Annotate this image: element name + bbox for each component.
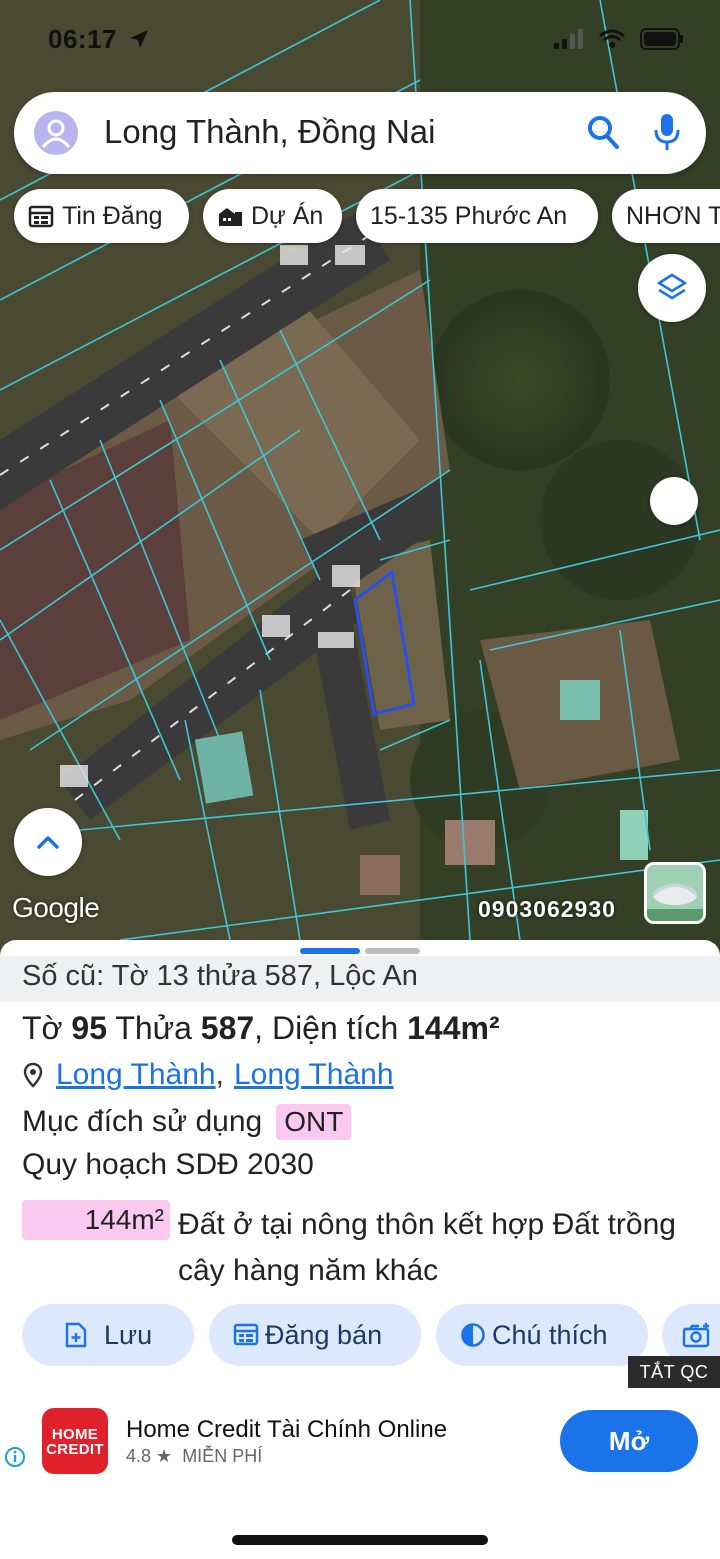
search-bar[interactable]: Long Thành, Đồng Nai <box>14 92 706 174</box>
chevron-up-icon <box>37 836 59 849</box>
buildings-icon <box>219 208 242 226</box>
wifi-icon <box>598 29 626 54</box>
chip-address[interactable]: 15-135 Phước An <box>356 189 598 243</box>
purpose-label: Mục đích sử dụng <box>22 1105 263 1138</box>
layers-icon <box>657 273 687 300</box>
ad-subtitle: 4.8 ★ MIỄN PHÍ <box>126 1446 262 1467</box>
save-icon <box>65 1322 87 1348</box>
close-ad-button[interactable]: TẮT QC <box>628 1356 720 1388</box>
ad-price: MIỄN PHÍ <box>182 1446 263 1466</box>
purpose-code-badge: ONT <box>276 1104 352 1140</box>
parcel-number: 587 <box>200 1010 255 1046</box>
district-link[interactable]: Long Thành <box>56 1058 216 1092</box>
location-arrow-icon <box>128 28 150 55</box>
expand-up-button[interactable] <box>14 808 82 876</box>
home-credit-logo: HOME CREDIT <box>42 1408 108 1474</box>
old-parcel-row: Số cũ: Tờ 13 thửa 587, Lộc An <box>0 956 720 1002</box>
sheet-handle-active[interactable] <box>300 948 360 954</box>
separator: , <box>215 1058 224 1091</box>
microphone-icon[interactable] <box>654 112 680 157</box>
status-time: 06:17 <box>48 24 117 54</box>
chip-label: Tin Đăng <box>62 201 163 230</box>
avatar[interactable] <box>34 111 78 155</box>
search-input[interactable]: Long Thành, Đồng Nai <box>104 113 435 151</box>
chip-tin-dang[interactable]: Tin Đăng <box>14 189 189 243</box>
ad-info-icon[interactable] <box>4 1446 26 1473</box>
parcel-label: Thửa <box>115 1010 192 1046</box>
legend-button[interactable]: Chú thích <box>436 1304 648 1366</box>
parcel-title: Tờ 95 Thửa 587, Diện tích 144m² <box>22 1010 500 1047</box>
layers-button[interactable] <box>638 254 706 322</box>
post-sale-button[interactable]: Đăng bán <box>209 1304 421 1366</box>
status-icons <box>554 28 684 55</box>
sheet-number: 95 <box>71 1010 108 1046</box>
calendar-icon <box>233 1323 259 1346</box>
ward-link[interactable]: Long Thành <box>234 1058 394 1092</box>
logo-text-credit: CREDIT <box>46 1441 104 1458</box>
land-use-purpose: Mục đích sử dụng ONT <box>22 1104 352 1140</box>
chip-label: 15-135 Phước An <box>370 201 568 230</box>
post-sale-label: Đăng bán <box>265 1319 383 1350</box>
parcel-location: Long Thành, Long Thành <box>22 1058 394 1092</box>
chip-label: NHƠN T <box>626 201 720 230</box>
legend-label: Chú thích <box>492 1319 608 1350</box>
contrast-icon <box>461 1323 485 1347</box>
chip-label: Dự Án <box>251 201 324 230</box>
map-thumbnail[interactable] <box>644 862 706 924</box>
location-pin-icon <box>23 1062 43 1088</box>
satellite-map[interactable]: 06:17 Long Thành, Đồng Nai Tin Đăng Dự Á… <box>0 0 720 960</box>
save-button[interactable]: Lưu <box>22 1304 194 1366</box>
ad-title: Home Credit Tài Chính Online <box>126 1416 448 1443</box>
google-logo: Google <box>12 892 100 923</box>
cellular-signal-icon <box>554 29 584 54</box>
save-label: Lưu <box>104 1319 153 1350</box>
home-indicator[interactable] <box>232 1535 488 1545</box>
area-label: , Diện tích <box>254 1010 399 1046</box>
calendar-icon <box>28 205 54 228</box>
contact-phone[interactable]: 0903062930 <box>478 896 616 923</box>
chip-nhon[interactable]: NHƠN T <box>612 189 720 243</box>
parcel-area: 144m² <box>407 1010 500 1046</box>
open-app-button[interactable]: Mở <box>560 1410 698 1472</box>
status-bar: 06:17 <box>0 22 720 58</box>
battery-icon <box>640 28 684 55</box>
chip-du-an[interactable]: Dự Án <box>203 189 342 243</box>
logo-text-home: HOME <box>51 1426 99 1443</box>
plan-heading: Quy hoạch SDĐ 2030 <box>22 1148 314 1181</box>
plan-description: Đất ở tại nông thôn kết hợp Đất trồng câ… <box>178 1208 676 1287</box>
old-parcel-info: Số cũ: Tờ 13 thửa 587, Lộc An <box>22 960 418 992</box>
search-icon[interactable] <box>586 114 620 155</box>
map-marker-dot[interactable] <box>650 477 698 525</box>
ad-rating: 4.8 ★ <box>126 1446 173 1466</box>
sheet-handle[interactable] <box>365 948 420 954</box>
title-prefix: Tờ <box>22 1010 63 1046</box>
ad-banner[interactable]: HOME CREDIT Home Credit Tài Chính Online… <box>0 1388 720 1500</box>
parcel-info-sheet[interactable]: Số cũ: Tờ 13 thửa 587, Lộc An Tờ 95 Thửa… <box>0 940 720 1386</box>
camera-add-icon <box>682 1323 710 1348</box>
plan-area-badge: 144m² <box>22 1200 170 1240</box>
